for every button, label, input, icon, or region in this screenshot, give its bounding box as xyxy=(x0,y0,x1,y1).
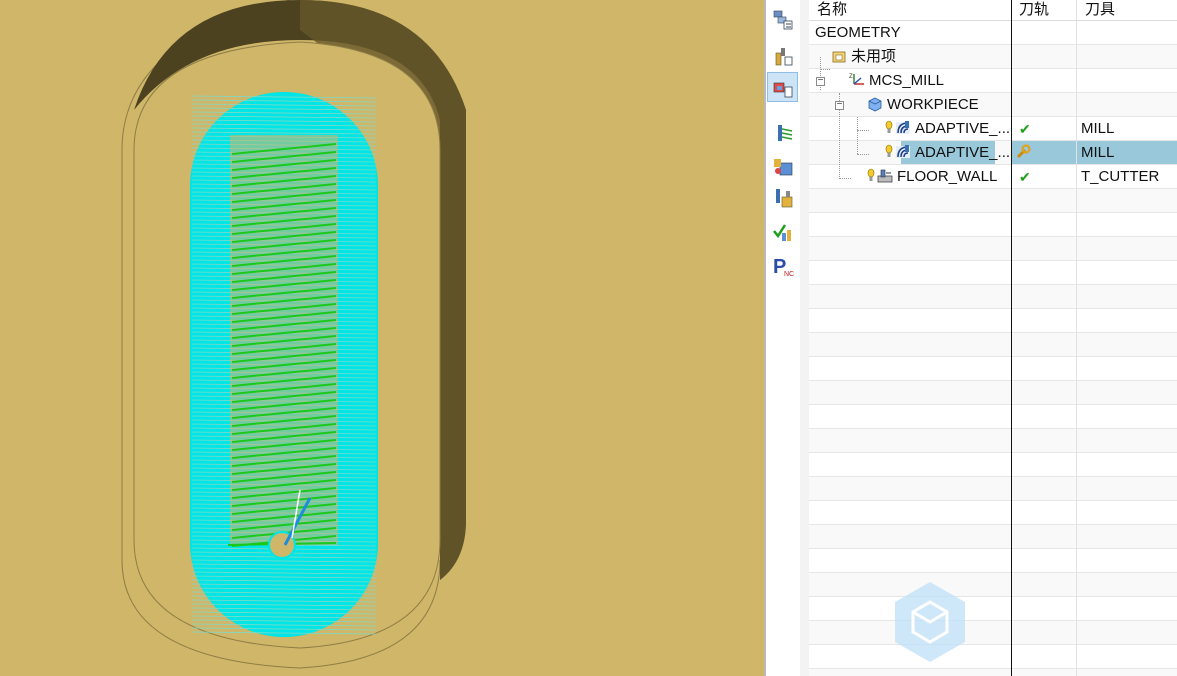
table-row xyxy=(809,645,1177,669)
column-divider-toolpath[interactable] xyxy=(1076,0,1077,676)
post-process-button[interactable]: P NC xyxy=(767,250,798,280)
tree-connector xyxy=(857,154,869,155)
svg-text:Z: Z xyxy=(849,74,853,80)
tree-connector xyxy=(820,69,830,70)
table-row xyxy=(809,621,1177,645)
generate-toolpath-button[interactable] xyxy=(767,118,798,148)
row-name: GEOMETRY xyxy=(815,24,901,41)
table-row xyxy=(809,453,1177,477)
verify-toolpath-icon xyxy=(774,159,793,176)
table-row[interactable]: ADAPTIVE_... ✔ MILL xyxy=(809,117,1177,141)
geometry-view-button[interactable] xyxy=(767,72,798,102)
table-row[interactable]: ADAPTIVE_... MILL xyxy=(809,141,1177,165)
row-name: WORKPIECE xyxy=(887,96,979,113)
table-row[interactable]: Z MCS_MILL xyxy=(809,69,1177,93)
table-row xyxy=(809,381,1177,405)
part-model xyxy=(121,0,466,669)
table-row xyxy=(809,189,1177,213)
table-row xyxy=(809,309,1177,333)
toolpath-regenerate-icon xyxy=(1015,144,1031,165)
panel-separator xyxy=(800,0,809,676)
table-row[interactable]: GEOMETRY xyxy=(809,21,1177,45)
row-tool: T_CUTTER xyxy=(1081,168,1160,185)
graphics-viewport[interactable] xyxy=(0,0,764,676)
tree-connector xyxy=(839,178,851,179)
table-row[interactable]: 未用项 xyxy=(809,45,1177,69)
post-process-icon: PNC xyxy=(773,256,794,277)
table-row xyxy=(809,429,1177,453)
row-tool: MILL xyxy=(1081,144,1115,161)
tree-connector xyxy=(857,130,869,131)
collapse-toggle[interactable]: − xyxy=(835,100,844,110)
column-header-name[interactable]: 名称 xyxy=(809,0,1011,21)
row-name: ADAPTIVE_... xyxy=(915,120,1011,137)
table-row xyxy=(809,285,1177,309)
table-row xyxy=(809,669,1177,676)
machine-tool-view-button[interactable] xyxy=(767,40,798,70)
table-row xyxy=(809,501,1177,525)
svg-text:NC: NC xyxy=(784,271,794,277)
row-name: FLOOR_WALL xyxy=(897,168,998,185)
toolpath-display xyxy=(190,92,378,637)
toolpath-complete-icon: ✔ xyxy=(1019,121,1031,137)
mcs-icon: Z xyxy=(849,72,865,93)
adaptive-milling-icon xyxy=(895,120,911,141)
table-row xyxy=(809,333,1177,357)
program-order-view-button[interactable] xyxy=(767,4,798,34)
row-tool: MILL xyxy=(1081,120,1115,137)
simulate-icon xyxy=(776,189,793,208)
row-name: 未用项 xyxy=(851,48,897,65)
table-row xyxy=(809,405,1177,429)
floor-wall-icon xyxy=(877,168,893,189)
watermark-logo-icon xyxy=(895,582,965,662)
resource-bar: P NC xyxy=(766,0,801,676)
table-row[interactable]: FLOOR_WALL ✔ T_CUTTER xyxy=(809,165,1177,189)
tree-connector xyxy=(857,117,858,154)
toolpath-check-icon xyxy=(773,224,791,241)
table-row xyxy=(809,237,1177,261)
generate-toolpath-icon xyxy=(778,125,793,141)
row-name: ADAPTIVE_... xyxy=(915,144,1011,161)
table-row xyxy=(809,573,1177,597)
table-row xyxy=(809,549,1177,573)
table-row xyxy=(809,525,1177,549)
operation-navigator: 名称 刀轨 刀具 GEOMETRY 未用项 Z MCS_MILL WORKPIECE AD… xyxy=(809,0,1177,676)
table-row xyxy=(809,357,1177,381)
table-row xyxy=(809,477,1177,501)
collapse-toggle[interactable]: − xyxy=(816,76,825,86)
verify-toolpath-button[interactable] xyxy=(767,150,798,180)
status-bulb-icon xyxy=(885,144,893,165)
table-row[interactable]: WORKPIECE xyxy=(809,93,1177,117)
workpiece-icon xyxy=(867,96,883,117)
status-bulb-icon xyxy=(885,120,893,141)
folder-icon xyxy=(831,48,847,69)
table-row xyxy=(809,597,1177,621)
program-order-view-icon xyxy=(773,10,793,30)
toolpath-check-button[interactable] xyxy=(767,216,798,246)
column-divider-name[interactable] xyxy=(1011,0,1012,676)
column-header-tool[interactable]: 刀具 xyxy=(1077,0,1177,21)
geometry-view-icon xyxy=(773,82,793,98)
toolpath-complete-icon: ✔ xyxy=(1019,169,1031,185)
table-row xyxy=(809,261,1177,285)
adaptive-milling-icon xyxy=(895,144,911,165)
status-bulb-icon xyxy=(867,168,875,189)
table-row xyxy=(809,213,1177,237)
row-name: MCS_MILL xyxy=(869,72,945,89)
machine-tool-view-icon xyxy=(775,48,793,66)
column-header-toolpath[interactable]: 刀轨 xyxy=(1011,0,1077,21)
simulate-button[interactable] xyxy=(767,182,798,212)
